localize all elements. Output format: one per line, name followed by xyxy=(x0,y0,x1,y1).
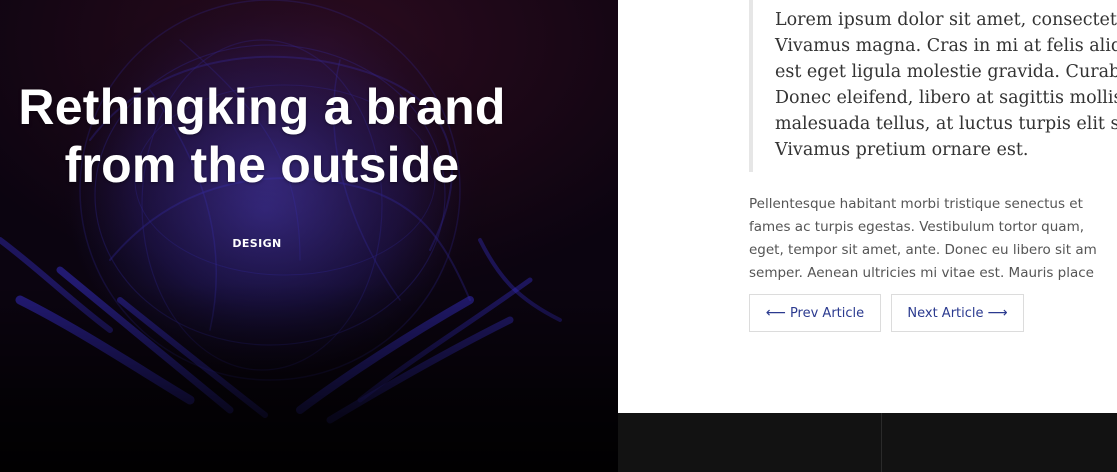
hero-title-line: Rethingking a brand xyxy=(18,79,506,135)
arrow-left-icon: ⟵ xyxy=(765,305,786,321)
hero-banner: Rethingking a brand from the outside DES… xyxy=(0,0,618,472)
quote-line: Vivamus magna. Cras in mi at felis aliqu xyxy=(775,36,1117,56)
paragraph-line: fames ac turpis egestas. Vestibulum tort… xyxy=(749,219,1085,235)
prev-article-button[interactable]: ⟵ Prev Article xyxy=(749,294,881,332)
hero-shade xyxy=(0,0,618,472)
quote-line: Donec eleifend, libero at sagittis molli… xyxy=(775,88,1117,108)
next-article-label: Next Article xyxy=(907,305,984,321)
paragraph-line: Pellentesque habitant morbi tristique se… xyxy=(749,196,1083,212)
quote-line: est eget ligula molestie gravida. Curabi… xyxy=(775,62,1117,82)
page: Rethingking a brand from the outside DES… xyxy=(0,0,1117,472)
paragraph-line: semper. Aenean ultricies mi vitae est. M… xyxy=(749,265,1094,281)
footer xyxy=(618,413,1117,472)
paragraph-line: eget, tempor sit amet, ante. Donec eu li… xyxy=(749,242,1097,258)
quote-line: malesuada tellus, at luctus turpis elit … xyxy=(775,114,1117,134)
quote-line: Lorem ipsum dolor sit amet, consectetu xyxy=(775,10,1117,30)
arrow-right-icon: ⟶ xyxy=(987,305,1008,321)
blockquote: Lorem ipsum dolor sit amet, consectetu V… xyxy=(749,0,1117,172)
prev-article-label: Prev Article xyxy=(789,305,865,321)
hero-title: Rethingking a brand from the outside xyxy=(0,78,524,194)
article-content: Lorem ipsum dolor sit amet, consectetu V… xyxy=(618,0,1117,413)
category-link[interactable]: DESIGN xyxy=(206,237,308,250)
quote-line: Vivamus pretium ornare est. xyxy=(775,140,1029,160)
footer-divider xyxy=(881,413,882,472)
next-article-button[interactable]: Next Article ⟶ xyxy=(891,294,1024,332)
hero-title-line: from the outside xyxy=(64,137,460,193)
